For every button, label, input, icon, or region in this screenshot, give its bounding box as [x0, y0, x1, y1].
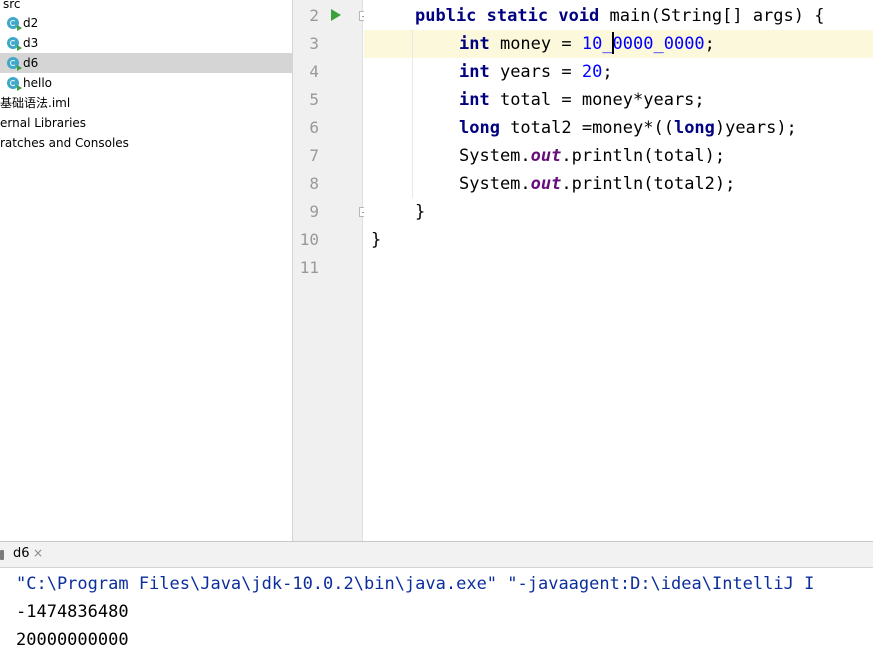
tree-item-label: hello — [23, 76, 52, 90]
code-line-5: int total = money*years; — [459, 90, 705, 110]
text-caret — [612, 32, 614, 54]
tree-item-iml[interactable]: 基础语法.iml — [0, 93, 292, 113]
indent-guide — [412, 30, 413, 198]
run-tab-d6[interactable]: d6 × — [0, 542, 52, 568]
line-number: 7 — [309, 146, 319, 165]
line-number: 5 — [309, 90, 319, 109]
line-number: 2 — [309, 6, 319, 25]
line-number: 6 — [309, 118, 319, 137]
tree-item-label: d3 — [23, 36, 39, 50]
tree-item-label: d2 — [23, 16, 39, 30]
tree-item-d6[interactable]: d6 — [0, 53, 292, 73]
console-command-line: "C:\Program Files\Java\jdk-10.0.2\bin\ja… — [16, 574, 815, 594]
line-number: 11 — [299, 258, 319, 277]
tree-item-d3[interactable]: d3 — [0, 33, 292, 53]
code-line-3: int money = 10_0000_0000; — [459, 34, 715, 54]
project-tree: src d2 d3 d6 hello 基础语法.iml ernal Librar… — [0, 0, 292, 541]
close-icon[interactable]: × — [33, 546, 43, 560]
editor-gutter[interactable]: 2 3 4 5 6 7 8 9 10 11 — [292, 0, 369, 541]
java-class-icon — [7, 57, 22, 71]
tree-item-label: 基础语法.iml — [0, 96, 71, 110]
tree-item-label: d6 — [23, 56, 39, 70]
java-class-icon — [7, 37, 22, 51]
run-config-icon — [0, 550, 4, 560]
run-gutter-icon[interactable] — [331, 9, 341, 21]
code-line-6: long total2 =money*((long)years); — [459, 118, 797, 138]
tree-item-d2[interactable]: d2 — [0, 13, 292, 33]
line-number: 10 — [299, 230, 319, 249]
console-output[interactable]: "C:\Program Files\Java\jdk-10.0.2\bin\ja… — [0, 568, 873, 659]
line-number: 9 — [309, 202, 319, 221]
code-line-7: System.out.println(total); — [459, 146, 726, 166]
tree-item-label: ratches and Consoles — [0, 136, 129, 150]
code-line-9: } — [415, 202, 426, 222]
tree-item-label: ernal Libraries — [0, 116, 87, 130]
line-number: 4 — [309, 62, 319, 81]
code-line-8: System.out.println(total2); — [459, 174, 736, 194]
line-number: 3 — [309, 34, 319, 53]
code-line-2: public static void main(String[] args) { — [415, 6, 825, 26]
tree-item-src[interactable]: src — [0, 0, 292, 14]
run-tool-window-header: d6 × — [0, 541, 873, 568]
run-tab-label: d6 — [13, 546, 30, 561]
tree-item-external-libraries[interactable]: ernal Libraries — [0, 113, 292, 133]
console-output-line: 20000000000 — [16, 630, 129, 650]
code-editor[interactable]: public static void main(String[] args) {… — [364, 0, 873, 541]
tree-item-hello[interactable]: hello — [0, 73, 292, 93]
code-line-10: } — [371, 230, 382, 250]
line-number: 8 — [309, 174, 319, 193]
console-output-line: -1474836480 — [16, 602, 129, 622]
java-class-icon — [7, 17, 22, 31]
java-class-icon — [7, 77, 22, 91]
tree-item-label: src — [3, 0, 21, 11]
code-line-4: int years = 20; — [459, 62, 613, 82]
tree-item-scratches[interactable]: ratches and Consoles — [0, 133, 292, 153]
